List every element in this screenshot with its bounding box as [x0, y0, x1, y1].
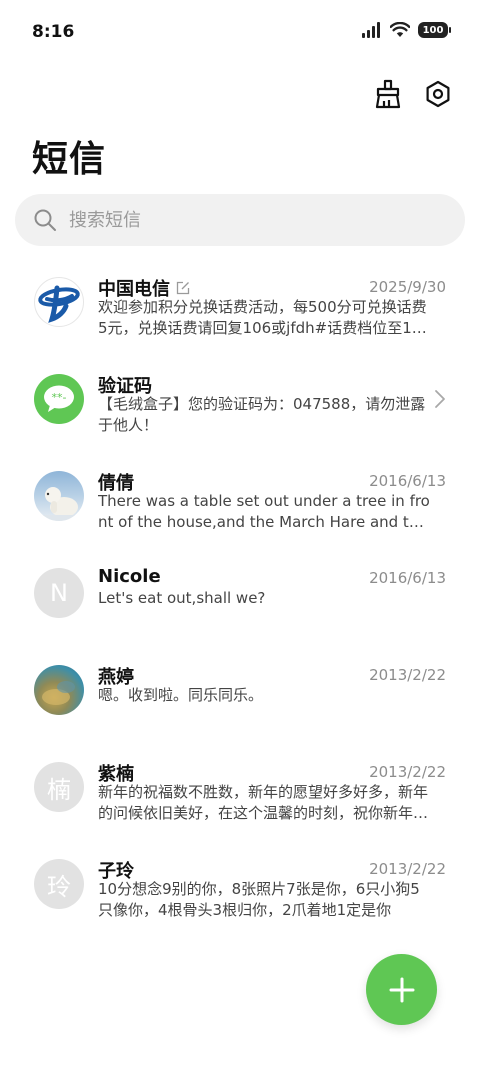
message-date: 2016/6/13	[369, 472, 446, 490]
status-icons: 100	[362, 22, 451, 38]
conversation-item[interactable]: 楠 紫楠 2013/2/22 新年的祝福数不胜数，新年的愿望好多好多，新年的问候…	[0, 747, 480, 834]
avatar	[34, 665, 84, 715]
conversation-item[interactable]: 玲 子玲 2013/2/22 10分想念9别的你，8张照片7张是你，6只小狗5只…	[0, 844, 480, 931]
conversation-item[interactable]: **- 验证码 【毛绒盒子】您的验证码为：047588，请勿泄露于他人！	[0, 359, 480, 446]
photo-avatar	[42, 681, 75, 705]
avatar: **-	[34, 374, 84, 424]
avatar-letter: 玲	[47, 872, 71, 901]
avatar: N	[34, 568, 84, 618]
edit-icon	[176, 281, 190, 295]
top-actions	[372, 78, 454, 110]
avatar: 楠	[34, 762, 84, 812]
page-title: 短信	[32, 139, 107, 180]
conversation-item[interactable]: N Nicole 2016/6/13 Let's eat out,shall w…	[0, 553, 480, 640]
conversation-item[interactable]: 倩倩 2016/6/13 There was a table set out u…	[0, 456, 480, 543]
conversation-item[interactable]: 燕婷 2013/2/22 嗯。收到啦。同乐同乐。	[0, 650, 480, 737]
contact-name: Nicole	[98, 566, 161, 587]
message-date: 2013/2/22	[369, 763, 446, 781]
search-bar[interactable]	[15, 194, 465, 246]
battery-level: 100	[422, 24, 444, 36]
settings-icon	[426, 80, 450, 108]
status-time: 8:16	[32, 22, 75, 42]
new-message-button[interactable]	[366, 954, 437, 1025]
contact-name-text: Nicole	[98, 566, 161, 587]
telecom-logo-icon	[38, 285, 80, 323]
conversation-item[interactable]: 中国电信 2025/9/30 欢迎参加积分兑换话费活动，每500分可兑换话费5元…	[0, 262, 480, 349]
avatar: 玲	[34, 859, 84, 909]
message-date: 2016/6/13	[369, 569, 446, 587]
wifi-icon	[390, 22, 410, 37]
message-preview: 【毛绒盒子】您的验证码为：047588，请勿泄露于他人！	[98, 395, 426, 434]
avatar-letter: 楠	[47, 775, 71, 804]
status-bar: 8:16 100	[0, 0, 480, 64]
signal-icon	[362, 22, 380, 38]
battery-icon: 100	[418, 22, 451, 38]
message-date: 2025/9/30	[369, 278, 446, 296]
message-preview: 新年的祝福数不胜数，新年的愿望好多好多，新年的问候依旧美好，在这个温馨的时刻，祝…	[98, 783, 429, 822]
settings-button[interactable]	[422, 78, 454, 110]
search-input[interactable]	[69, 209, 429, 231]
avatar	[34, 277, 84, 327]
chevron-right-icon[interactable]	[434, 389, 446, 409]
clean-button[interactable]	[372, 78, 404, 110]
polar-bear-photo	[34, 487, 84, 521]
plus-icon	[389, 977, 414, 1002]
avatar	[34, 471, 84, 521]
message-preview: 10分想念9别的你，8张照片7张是你，6只小狗5只像你，4根骨头3根归你，2爪着…	[98, 880, 420, 919]
message-preview: There was a table set out under a tree i…	[98, 492, 430, 531]
avatar-letter: N	[50, 579, 68, 607]
conversation-list: 中国电信 2025/9/30 欢迎参加积分兑换话费活动，每500分可兑换话费5元…	[0, 262, 480, 931]
search-icon	[34, 209, 56, 231]
message-bubble-icon: **-	[44, 385, 74, 412]
message-preview: Let's eat out,shall we?	[98, 589, 266, 607]
svg-text:**-: **-	[52, 391, 67, 404]
message-preview: 嗯。收到啦。同乐同乐。	[98, 686, 264, 704]
message-date: 2013/2/22	[369, 666, 446, 684]
broom-icon	[375, 79, 401, 109]
message-preview: 欢迎参加积分兑换话费活动，每500分可兑换话费5元，兑换话费请回复106或jfd…	[98, 298, 431, 337]
message-date: 2013/2/22	[369, 860, 446, 878]
